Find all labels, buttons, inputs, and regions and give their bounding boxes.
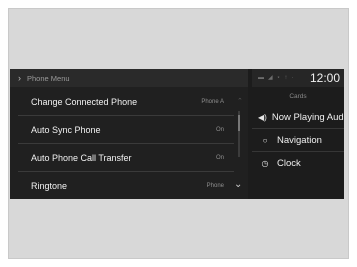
scroll-down-icon[interactable]: ⌄ [234, 179, 242, 190]
clock-icon: ◷ [261, 158, 269, 168]
phone-menu-panel: › Phone Menu Change Connected Phone Phon… [10, 69, 248, 199]
status-bar: ▬ ◢ ⋆ ↑ · 12:00 [252, 69, 344, 87]
card-label: Clock [277, 157, 301, 169]
menu-item-label: Change Connected Phone [31, 96, 138, 107]
menu-item-value: On [215, 154, 224, 161]
cards-panel: ▬ ◢ ⋆ ↑ · 12:00 Cards ◀) Now Playing Aud… [252, 69, 344, 199]
divider [252, 151, 344, 152]
cards-title: Cards [289, 93, 307, 100]
scroll-up-icon[interactable]: ⌃ [237, 97, 243, 105]
infotainment-screen: › Phone Menu Change Connected Phone Phon… [10, 69, 344, 199]
menu-item-label: Auto Sync Phone [31, 124, 101, 135]
card-label: Now Playing Audio [271, 111, 344, 123]
card-clock[interactable]: ◷ Clock [252, 153, 344, 173]
bluetooth-icon: ⋆ [276, 75, 281, 81]
menu-item-change-connected-phone[interactable]: Change Connected Phone Phone A [10, 88, 240, 115]
battery-icon: ▬ [258, 75, 264, 81]
wifi-icon: ↑ [284, 75, 288, 81]
card-now-playing[interactable]: ◀) Now Playing Audio [252, 107, 344, 127]
menu-item-auto-sync-phone[interactable]: Auto Sync Phone On [10, 116, 240, 143]
scrollbar-thumb[interactable] [238, 115, 240, 131]
breadcrumb[interactable]: › Phone Menu [10, 69, 248, 87]
navigation-icon: ○ [262, 135, 268, 145]
menu-item-label: Auto Phone Call Transfer [31, 152, 132, 163]
divider [252, 128, 344, 129]
menu-item-ringtone[interactable]: Ringtone Phone [10, 172, 240, 199]
card-label: Navigation [277, 134, 322, 146]
menu-item-value: Phone [206, 182, 224, 189]
speaker-icon: ◀) [258, 112, 267, 122]
menu-item-label: Ringtone [31, 180, 68, 191]
menu-item-auto-phone-call-transfer[interactable]: Auto Phone Call Transfer On [10, 144, 240, 171]
data-icon: · [291, 75, 294, 81]
card-navigation[interactable]: ○ Navigation [252, 130, 344, 150]
chevron-right-icon: › [18, 73, 21, 83]
menu-item-value: On [215, 126, 224, 133]
signal-icon: ◢ [268, 75, 273, 81]
menu-item-value: Phone A [201, 98, 224, 105]
clock-time: 12:00 [309, 71, 340, 85]
breadcrumb-label: Phone Menu [27, 73, 70, 83]
